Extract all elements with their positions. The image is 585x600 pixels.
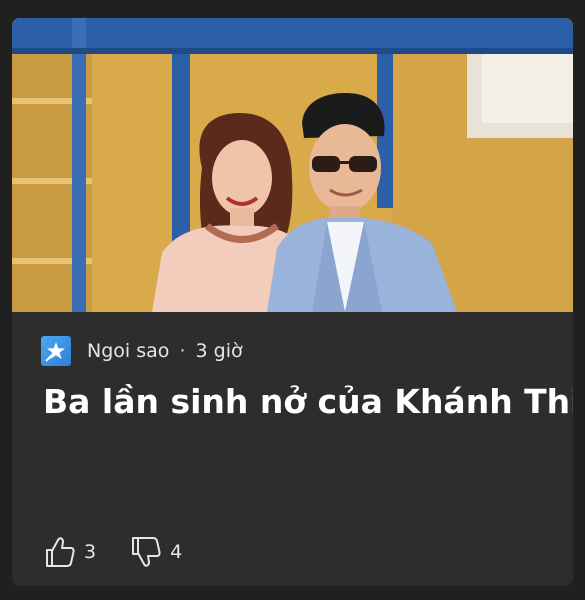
dislike-button[interactable]: 4 xyxy=(130,535,182,569)
article-title[interactable]: Ba lần sinh nở của Khánh Thi xyxy=(43,380,573,424)
source-logo[interactable] xyxy=(41,336,71,366)
thumbs-up-icon xyxy=(46,537,75,567)
meta-text: Ngoi sao · 3 giờ xyxy=(87,340,243,362)
article-age: 3 giờ xyxy=(195,340,243,362)
like-count: 3 xyxy=(84,541,97,563)
news-card[interactable]: Ngoi sao · 3 giờ Ba lần sinh nở của Khán… xyxy=(12,18,573,586)
article-hero-image[interactable] xyxy=(12,18,573,312)
meta-separator: · xyxy=(179,340,186,362)
reaction-bar: 3 4 xyxy=(44,532,182,572)
source-name[interactable]: Ngoi sao xyxy=(87,340,169,362)
like-button[interactable]: 3 xyxy=(44,535,96,569)
star-shooting-icon xyxy=(45,342,65,362)
dislike-count: 4 xyxy=(170,541,183,563)
thumbs-down-icon xyxy=(132,537,161,567)
couple-photo xyxy=(12,18,573,312)
article-meta: Ngoi sao · 3 giờ xyxy=(41,336,243,366)
